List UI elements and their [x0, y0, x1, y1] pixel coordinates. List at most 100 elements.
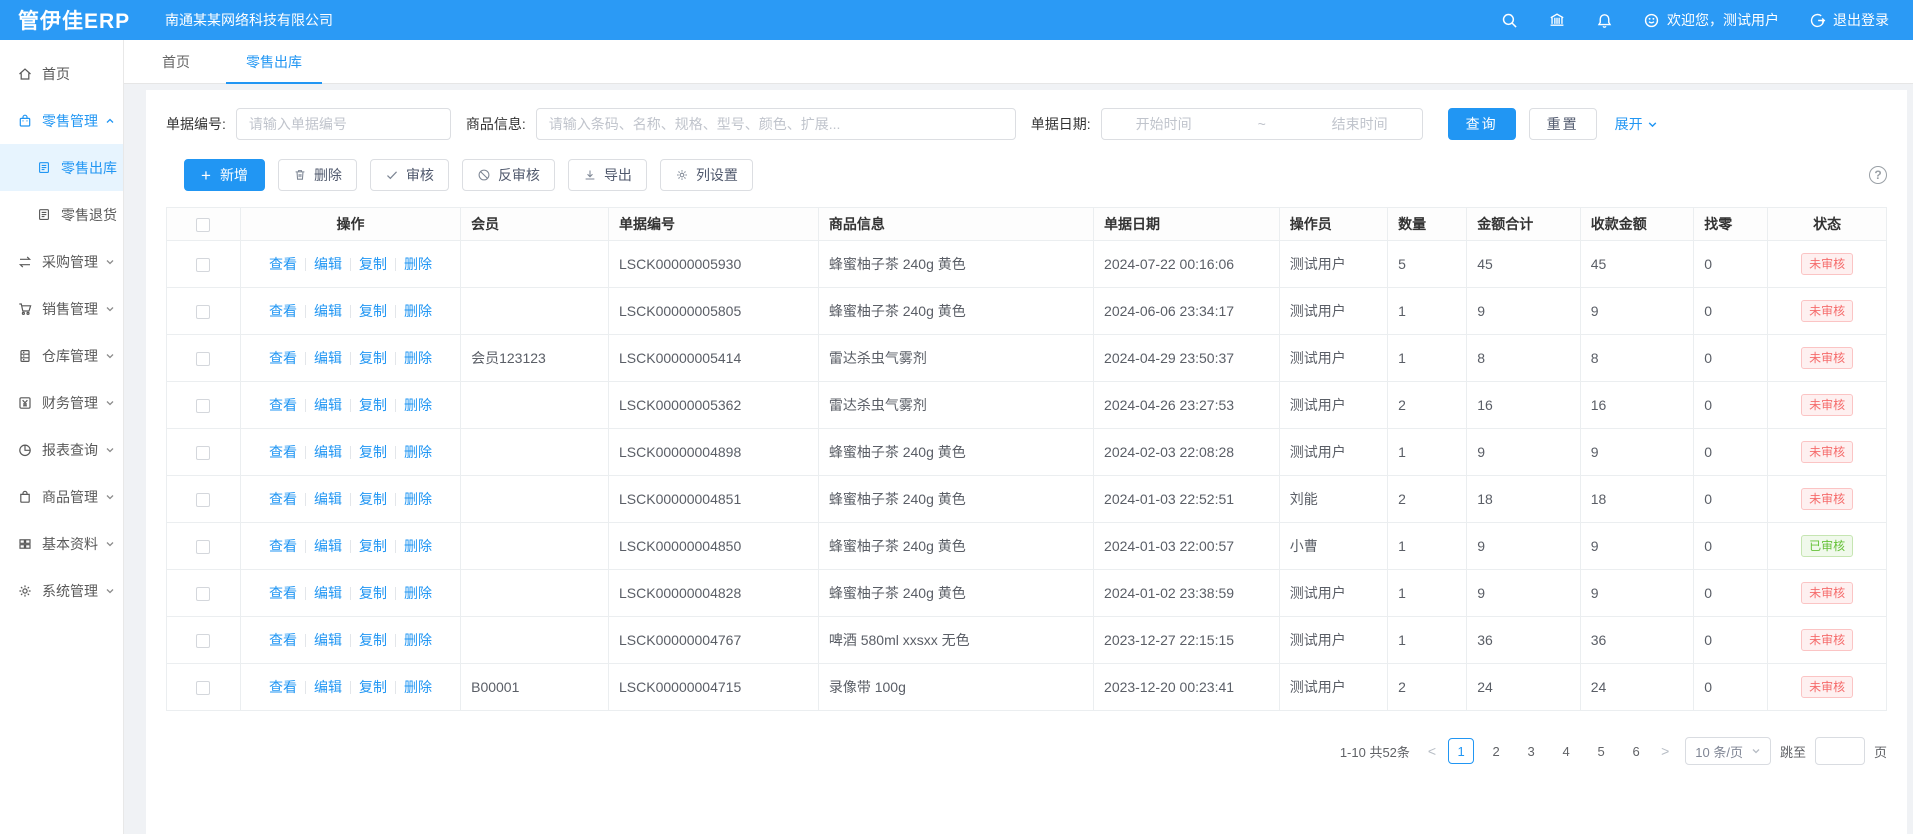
delete-link[interactable]: 删除	[404, 632, 432, 648]
page-button-2[interactable]: 2	[1483, 738, 1509, 764]
row-checkbox[interactable]	[196, 634, 210, 648]
edit-link[interactable]: 编辑	[314, 397, 342, 413]
bank-icon[interactable]	[1548, 11, 1566, 29]
edit-link[interactable]: 编辑	[314, 350, 342, 366]
expand-link[interactable]: 展开	[1615, 114, 1658, 134]
copy-link[interactable]: 复制	[359, 585, 387, 601]
sidebar-item-sales-management[interactable]: 销售管理	[0, 285, 123, 332]
copy-link[interactable]: 复制	[359, 303, 387, 319]
row-checkbox[interactable]	[196, 305, 210, 319]
row-checkbox[interactable]	[196, 587, 210, 601]
column-settings-button[interactable]: 列设置	[660, 159, 753, 191]
page-button-4[interactable]: 4	[1553, 738, 1579, 764]
edit-link[interactable]: 编辑	[314, 632, 342, 648]
search-icon[interactable]	[1501, 12, 1518, 29]
copy-link[interactable]: 复制	[359, 632, 387, 648]
tab-home[interactable]: 首页	[156, 40, 196, 83]
export-button[interactable]: 导出	[568, 159, 647, 191]
delete-button[interactable]: 删除	[278, 159, 357, 191]
page-button-1[interactable]: 1	[1448, 738, 1474, 764]
view-link[interactable]: 查看	[269, 679, 297, 695]
tab-retail-outbound[interactable]: 零售出库	[240, 40, 308, 83]
view-link[interactable]: 查看	[269, 491, 297, 507]
delete-link[interactable]: 删除	[404, 491, 432, 507]
row-checkbox[interactable]	[196, 493, 210, 507]
divider	[350, 258, 351, 271]
qty-cell: 2	[1388, 476, 1467, 523]
audit-button[interactable]: 审核	[370, 159, 449, 191]
select-all-checkbox[interactable]	[196, 218, 210, 232]
row-checkbox[interactable]	[196, 446, 210, 460]
copy-link[interactable]: 复制	[359, 538, 387, 554]
row-checkbox[interactable]	[196, 258, 210, 272]
product-info-input[interactable]: 请输入条码、名称、规格、型号、颜色、扩展...	[536, 108, 1016, 140]
row-checkbox[interactable]	[196, 399, 210, 413]
edit-link[interactable]: 编辑	[314, 303, 342, 319]
view-link[interactable]: 查看	[269, 350, 297, 366]
delete-link[interactable]: 删除	[404, 303, 432, 319]
operator-cell: 测试用户	[1279, 335, 1387, 382]
sidebar-item-retail-outbound[interactable]: 零售出库	[0, 144, 123, 191]
view-link[interactable]: 查看	[269, 444, 297, 460]
copy-link[interactable]: 复制	[359, 679, 387, 695]
copy-link[interactable]: 复制	[359, 350, 387, 366]
edit-link[interactable]: 编辑	[314, 256, 342, 272]
row-checkbox[interactable]	[196, 681, 210, 695]
page-button-5[interactable]: 5	[1588, 738, 1614, 764]
help-icon[interactable]: ?	[1869, 166, 1887, 184]
sidebar-item-goods-management[interactable]: 商品管理	[0, 473, 123, 520]
sidebar-item-retail-management[interactable]: 零售管理	[0, 97, 123, 144]
chevron-down-icon	[105, 398, 115, 408]
sidebar-item-retail-return[interactable]: 零售退货	[0, 191, 123, 238]
prev-page-button[interactable]: <	[1425, 743, 1439, 759]
edit-link[interactable]: 编辑	[314, 444, 342, 460]
view-link[interactable]: 查看	[269, 397, 297, 413]
report-icon	[17, 442, 33, 458]
copy-link[interactable]: 复制	[359, 444, 387, 460]
next-page-button[interactable]: >	[1658, 743, 1672, 759]
user-welcome[interactable]: 欢迎您，测试用户	[1643, 10, 1779, 30]
row-checkbox[interactable]	[196, 352, 210, 366]
sidebar-item-home[interactable]: 首页	[0, 50, 123, 97]
delete-link[interactable]: 删除	[404, 679, 432, 695]
view-link[interactable]: 查看	[269, 303, 297, 319]
edit-link[interactable]: 编辑	[314, 585, 342, 601]
delete-link[interactable]: 删除	[404, 256, 432, 272]
copy-link[interactable]: 复制	[359, 491, 387, 507]
logout-button[interactable]: 退出登录	[1809, 10, 1889, 30]
copy-link[interactable]: 复制	[359, 256, 387, 272]
add-button[interactable]: +新增	[184, 159, 265, 191]
unaudit-button[interactable]: 反审核	[462, 159, 555, 191]
delete-link[interactable]: 删除	[404, 397, 432, 413]
delete-link[interactable]: 删除	[404, 444, 432, 460]
status-badge: 未审核	[1801, 300, 1853, 322]
view-link[interactable]: 查看	[269, 256, 297, 272]
date-range-input[interactable]: 开始时间 ~ 结束时间	[1101, 108, 1423, 140]
row-checkbox[interactable]	[196, 540, 210, 554]
reset-button[interactable]: 重置	[1529, 108, 1597, 140]
delete-link[interactable]: 删除	[404, 350, 432, 366]
bell-icon[interactable]	[1596, 12, 1613, 29]
delete-link[interactable]: 删除	[404, 585, 432, 601]
jump-page-input[interactable]	[1815, 737, 1865, 765]
delete-link[interactable]: 删除	[404, 538, 432, 554]
sidebar-item-system-management[interactable]: 系统管理	[0, 567, 123, 614]
sidebar-item-finance-management[interactable]: 财务管理	[0, 379, 123, 426]
view-link[interactable]: 查看	[269, 585, 297, 601]
edit-link[interactable]: 编辑	[314, 538, 342, 554]
view-link[interactable]: 查看	[269, 538, 297, 554]
sidebar-item-purchase-management[interactable]: 采购管理	[0, 238, 123, 285]
page-button-6[interactable]: 6	[1623, 738, 1649, 764]
edit-link[interactable]: 编辑	[314, 491, 342, 507]
edit-link[interactable]: 编辑	[314, 679, 342, 695]
page-size-select[interactable]: 10 条/页	[1685, 737, 1771, 765]
table-row: 查看编辑复制删除 LSCK00000004898 蜂蜜柚子茶 240g 黄色 2…	[167, 429, 1887, 476]
bill-no-input[interactable]: 请输入单据编号	[236, 108, 451, 140]
sidebar-item-warehouse-management[interactable]: 仓库管理	[0, 332, 123, 379]
search-button[interactable]: 查询	[1448, 108, 1516, 140]
sidebar-item-basic-data[interactable]: 基本资料	[0, 520, 123, 567]
view-link[interactable]: 查看	[269, 632, 297, 648]
sidebar-item-report-query[interactable]: 报表查询	[0, 426, 123, 473]
copy-link[interactable]: 复制	[359, 397, 387, 413]
page-button-3[interactable]: 3	[1518, 738, 1544, 764]
